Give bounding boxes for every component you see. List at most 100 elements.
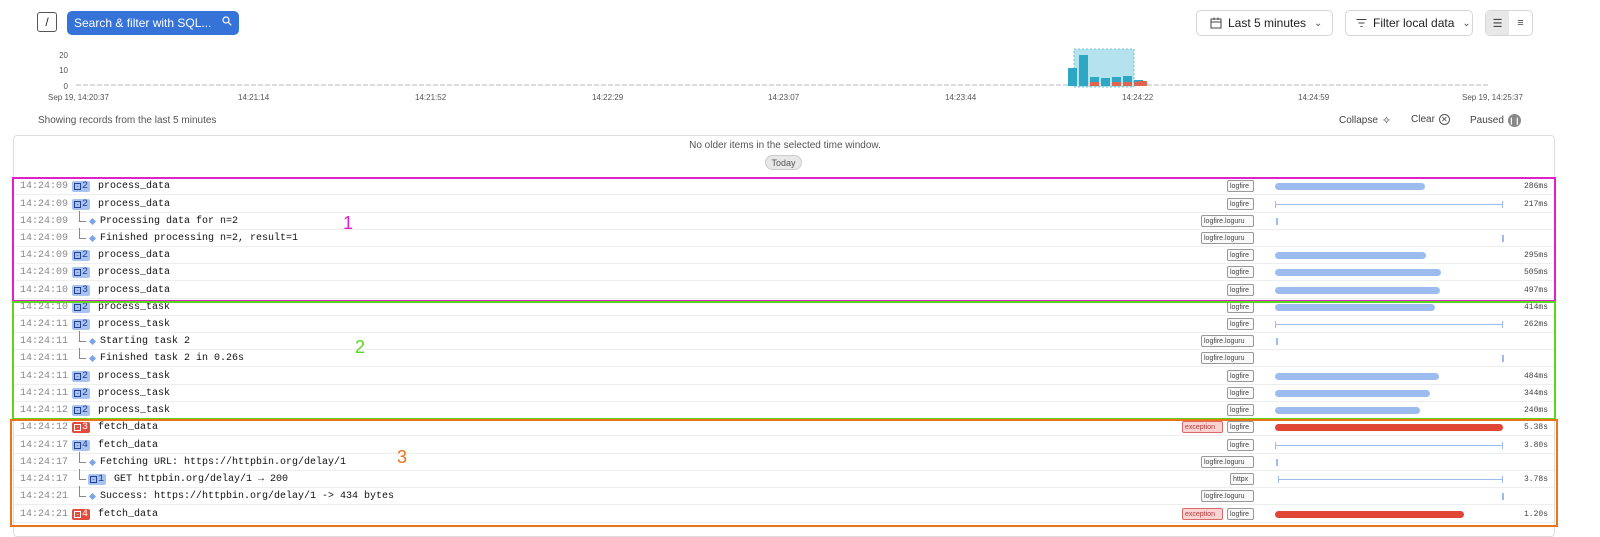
span-name: process_task xyxy=(98,371,171,382)
histogram-empty-bin xyxy=(377,84,382,86)
histogram-empty-bin xyxy=(216,84,221,86)
tree-connector xyxy=(79,486,86,497)
span-duration: 344ms xyxy=(1523,389,1548,398)
span-row[interactable]: 14:24:21-4 fetch_data logfire exception 1.20… xyxy=(14,506,1554,523)
span-row[interactable]: 14:24:17 Fetching URL: https://httpbin.or… xyxy=(14,452,1554,471)
span-row[interactable]: 14:24:11-2 process_task logfire 344ms xyxy=(14,385,1554,402)
service-tag: logfire xyxy=(1227,301,1254,313)
span-row[interactable]: 14:24:09-2 process_data logfire 505ms xyxy=(14,264,1554,281)
span-row[interactable]: 14:24:17-4 fetch_data logfire 3.80s xyxy=(14,437,1554,454)
histogram-empty-bin xyxy=(265,84,270,86)
histogram-empty-bin xyxy=(76,84,81,86)
span-duration: 5.38s xyxy=(1523,423,1548,432)
span-duration: 217ms xyxy=(1523,200,1548,209)
histogram-empty-bin xyxy=(797,84,802,86)
span-timestamp: 14:24:17 xyxy=(20,457,69,468)
histogram-empty-bin xyxy=(1329,84,1334,86)
child-count-badge[interactable]: -2 xyxy=(72,250,91,261)
child-count-badge[interactable]: -2 xyxy=(72,371,91,382)
span-row[interactable]: 14:24:09 Processing data for n=2 logfire.l… xyxy=(14,211,1554,230)
histogram-error-bar[interactable] xyxy=(1123,82,1132,86)
child-count: 4 xyxy=(82,440,89,451)
histogram-bar[interactable] xyxy=(1101,78,1110,86)
span-row[interactable]: 14:24:11 Finished task 2 in 0.26s logfire.… xyxy=(14,348,1554,367)
histogram-empty-bin xyxy=(468,84,473,86)
span-name: process_task xyxy=(98,319,171,330)
span-row[interactable]: 14:24:11-2 process_task logfire 484ms xyxy=(14,368,1554,385)
span-row[interactable]: 14:24:21 Success: https://httpbin.org/del… xyxy=(14,486,1554,505)
annotation-label: 2 xyxy=(355,337,366,357)
child-count-badge[interactable]: -2 xyxy=(72,267,91,278)
span-name: fetch_data xyxy=(98,422,159,433)
histogram-empty-bin xyxy=(888,84,893,86)
child-count-badge[interactable]: -2 xyxy=(72,405,91,416)
histogram-empty-bin xyxy=(482,84,487,86)
histogram-empty-bin xyxy=(405,84,410,86)
paused-toggle[interactable]: Paused ❙❙ xyxy=(1470,114,1521,127)
span-row[interactable]: 14:24:11 Starting task 2 logfire.loguru xyxy=(14,331,1554,350)
span-row[interactable]: 14:24:09-2 process_data logfire 286ms xyxy=(14,178,1554,195)
child-count-badge[interactable]: -1 xyxy=(88,474,107,485)
duration-bar xyxy=(1275,287,1440,294)
tree-connector xyxy=(79,469,86,480)
histogram-empty-bin xyxy=(447,84,452,86)
histogram-empty-bin xyxy=(461,84,466,86)
histogram-empty-bin xyxy=(1392,84,1397,86)
histogram-empty-bin xyxy=(1399,84,1404,86)
collapse-box-icon: - xyxy=(74,201,81,208)
histogram-error-bar[interactable] xyxy=(1138,81,1147,86)
histogram-bar[interactable] xyxy=(1068,68,1077,86)
span-row[interactable]: 14:24:09 Finished processing n=2, result=… xyxy=(14,228,1554,247)
child-count-badge[interactable]: -2 xyxy=(72,181,91,192)
histogram-empty-bin xyxy=(300,84,305,86)
service-tag: logfire xyxy=(1227,404,1254,416)
histogram-empty-bin xyxy=(622,84,627,86)
histogram-error-bar[interactable] xyxy=(1090,82,1099,86)
span-row[interactable]: 14:24:09-2 process_data logfire 295ms xyxy=(14,247,1554,264)
collapse-button[interactable]: Collapse ✧ xyxy=(1339,114,1391,127)
histogram-bars[interactable] xyxy=(0,0,1600,100)
child-count-badge[interactable]: -2 xyxy=(72,388,91,399)
span-row[interactable]: 14:24:10-2 process_task logfire 414ms xyxy=(14,299,1554,316)
histogram-empty-bin xyxy=(601,84,606,86)
span-row[interactable]: 14:24:10-3 process_data logfire 497ms xyxy=(14,282,1554,299)
child-count-badge[interactable]: -2 xyxy=(72,319,91,330)
span-name: fetch_data xyxy=(98,440,159,451)
span-row[interactable]: 14:24:17 -1 GET httpbin.org/delay/1 → 200 h… xyxy=(14,469,1554,488)
child-count-badge[interactable]: -4 xyxy=(72,440,91,451)
histogram-empty-bin xyxy=(1476,84,1481,86)
span-row[interactable]: 14:24:12-2 process_task logfire 240ms xyxy=(14,402,1554,419)
histogram-empty-bin xyxy=(328,84,333,86)
histogram-empty-bin xyxy=(174,84,179,86)
histogram-empty-bin xyxy=(804,84,809,86)
histogram-empty-bin xyxy=(97,84,102,86)
span-name: process_data xyxy=(98,181,171,192)
clear-button[interactable]: Clear ✕ xyxy=(1411,114,1450,125)
child-count-badge[interactable]: -2 xyxy=(72,199,91,210)
histogram-empty-bin xyxy=(580,84,585,86)
span-duration: 497ms xyxy=(1523,286,1548,295)
span-row[interactable]: 14:24:12-3 fetch_data logfire exception 5.38… xyxy=(14,419,1554,436)
span-row[interactable]: 14:24:11-2 process_task logfire 262ms xyxy=(14,316,1554,333)
x-tick: 14:24:22 xyxy=(1122,93,1154,102)
histogram-empty-bin xyxy=(1364,84,1369,86)
histogram-empty-bin xyxy=(1280,84,1285,86)
span-timestamp: 14:24:11 xyxy=(20,319,69,330)
histogram-empty-bin xyxy=(783,84,788,86)
service-tag: logfire.loguru xyxy=(1201,490,1254,502)
duration-range-line xyxy=(1275,321,1503,328)
span-row[interactable]: 14:24:09-2 process_data logfire 217ms xyxy=(14,196,1554,213)
child-count-badge[interactable]: -3 xyxy=(72,285,91,296)
child-count-badge[interactable]: -2 xyxy=(72,302,91,313)
histogram-empty-bin xyxy=(755,84,760,86)
histogram-empty-bin xyxy=(1273,84,1278,86)
span-duration: 286ms xyxy=(1523,182,1548,191)
histogram-empty-bin xyxy=(986,84,991,86)
histogram-error-bar[interactable] xyxy=(1112,82,1121,86)
child-count-badge[interactable]: -3 xyxy=(72,422,91,433)
child-count-badge[interactable]: -4 xyxy=(72,509,91,520)
service-tag: logfire xyxy=(1227,249,1254,261)
span-duration: 295ms xyxy=(1523,251,1548,260)
histogram-bar[interactable] xyxy=(1079,55,1088,86)
duration-bar xyxy=(1275,424,1503,431)
